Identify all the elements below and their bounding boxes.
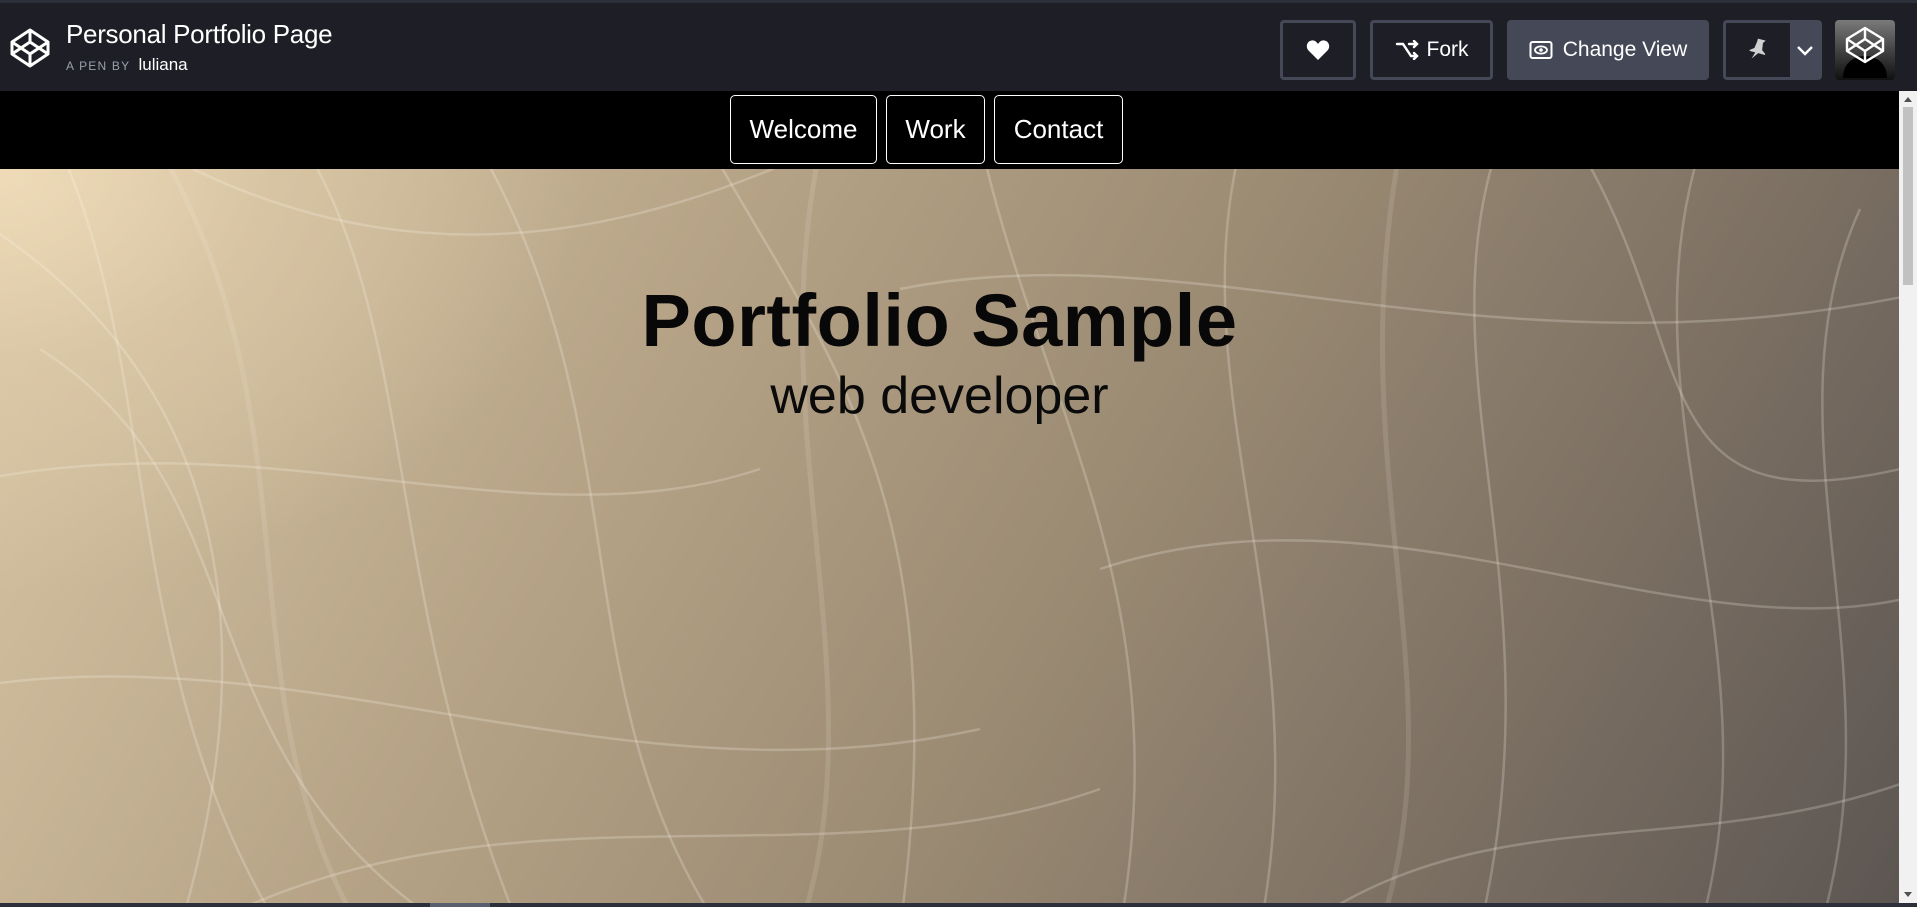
nav-link-welcome[interactable]: Welcome <box>730 95 877 164</box>
pin-button-group <box>1723 20 1822 80</box>
avatar-logo-icon <box>1843 26 1887 78</box>
bottom-bar <box>0 903 1917 907</box>
codepen-header: Personal Portfolio Page A PEN BY luliana… <box>0 0 1917 91</box>
fork-button[interactable]: Fork <box>1370 20 1493 80</box>
pin-icon <box>1749 38 1766 59</box>
scroll-down-arrow-icon[interactable] <box>1904 892 1912 897</box>
pen-preview: Welcome Work Contact Portfolio Sample we… <box>0 91 1899 903</box>
hero-title: Portfolio Sample <box>641 279 1238 362</box>
pin-dropdown-button[interactable] <box>1790 23 1819 77</box>
nav-link-work[interactable]: Work <box>886 95 985 164</box>
codepen-logo-icon[interactable] <box>8 26 52 70</box>
author-link[interactable]: luliana <box>138 55 187 74</box>
bottom-bar-handle[interactable] <box>430 903 490 907</box>
by-label: A PEN BY <box>66 59 131 73</box>
heart-icon <box>1306 40 1330 60</box>
scrollbar-thumb[interactable] <box>1903 107 1913 285</box>
pin-button[interactable] <box>1726 23 1790 77</box>
pen-byline: A PEN BY luliana <box>66 55 188 75</box>
pen-title: Personal Portfolio Page <box>66 19 333 49</box>
user-avatar[interactable] <box>1835 20 1895 80</box>
scroll-up-arrow-icon[interactable] <box>1904 97 1912 102</box>
change-view-label: Change View <box>1562 38 1688 61</box>
fork-icon <box>1395 40 1419 60</box>
hero-subtitle: web developer <box>770 367 1109 425</box>
chevron-down-icon <box>1796 46 1813 56</box>
like-button[interactable] <box>1280 20 1356 80</box>
fork-label: Fork <box>1426 38 1469 61</box>
nav-link-contact[interactable]: Contact <box>994 95 1123 164</box>
preview-scrollbar[interactable] <box>1899 91 1917 903</box>
navbar: Welcome Work Contact <box>0 91 1899 169</box>
eye-icon <box>1529 41 1553 59</box>
change-view-button[interactable]: Change View <box>1507 20 1709 80</box>
welcome-section: Portfolio Sample web developer <box>0 169 1899 903</box>
